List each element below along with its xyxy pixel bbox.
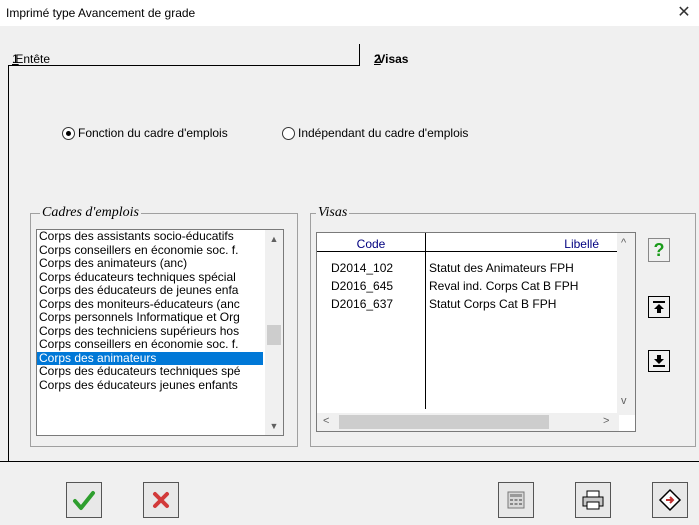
col-code-header[interactable]: Code [317,237,425,251]
tab-panel-border-left [8,44,9,462]
exit-button[interactable] [652,482,688,518]
list-item[interactable]: Corps conseillers en économie soc. f. [37,338,263,352]
list-item[interactable]: Corps des moniteurs-éducateurs (anc [37,298,263,312]
move-up-button[interactable] [648,296,670,318]
cell-code: D2016_637 [331,297,394,311]
list-item[interactable]: Corps personnels Informatique et Org [37,311,263,325]
title-bar: Imprimé type Avancement de grade ✕ [0,0,699,26]
tab-bar: 1 .Entête 2 .Visas [8,44,699,66]
tab-entete[interactable]: 1 .Entête [8,44,360,66]
list-item[interactable]: Corps conseillers en économie soc. f. [37,244,263,258]
grid-header: Code Libellé [317,233,633,252]
tab-visas-label: .Visas [374,52,409,66]
table-row[interactable]: D2014_102 Statut des Animateurs FPH [317,260,617,276]
table-row[interactable]: D2016_637 Statut Corps Cat B FPH [317,296,617,312]
calculator-icon [507,491,525,509]
list-item[interactable]: Corps des éducateurs jeunes enfants [37,379,263,393]
cell-code: D2016_645 [331,279,394,293]
separator [0,461,8,462]
tab-panel-border-bottom [8,461,699,462]
printer-icon [582,490,604,510]
col-libelle-header[interactable]: Libellé [429,237,599,251]
calculator-button[interactable] [498,482,534,518]
window-title: Imprimé type Avancement de grade [6,6,196,20]
radio-fonction[interactable]: Fonction du cadre d'emplois [62,126,228,140]
cell-libelle: Statut des Animateurs FPH [429,261,574,275]
scroll-up-icon[interactable]: ^ [621,237,626,249]
dialog-window: Imprimé type Avancement de grade ✕ 1 .Ent… [0,0,699,525]
list-item[interactable]: Corps des éducateurs techniques spé [37,365,263,379]
exit-icon [658,488,682,512]
scroll-right-icon[interactable]: > [603,415,609,427]
cadres-items: Corps des assistants socio-éducatifs Corp… [37,230,283,392]
cell-code: D2014_102 [331,261,394,275]
radio-fonction-circle[interactable] [62,126,75,140]
scroll-down-icon[interactable]: ▼ [265,419,283,433]
list-item[interactable]: Corps des animateurs (anc) [37,257,263,271]
x-icon [153,492,169,508]
move-down-button[interactable] [648,350,670,372]
list-item[interactable]: Corps des techniciens supérieurs hos [37,325,263,339]
checkmark-icon [73,491,95,510]
cell-libelle: Statut Corps Cat B FPH [429,297,557,311]
ok-button[interactable] [66,482,102,518]
up-arrow-icon [653,301,665,313]
radio-independant-circle[interactable] [282,126,295,140]
scroll-down-icon[interactable]: v [621,395,627,407]
hscroll-thumb[interactable] [339,415,549,429]
tab-visas[interactable]: 2 .Visas [362,44,699,66]
down-arrow-icon [653,355,665,367]
print-button[interactable] [575,482,611,518]
scroll-up-icon[interactable]: ▲ [265,232,283,246]
cancel-button[interactable] [143,482,179,518]
visas-grid[interactable]: Code Libellé D2014_102 Statut des Animat… [316,232,636,432]
list-item[interactable]: Corps des animateurs [37,351,263,365]
visas-label: Visas [316,205,350,221]
scroll-thumb[interactable] [267,325,281,345]
list-item[interactable]: Corps des assistants socio-éducatifs [37,230,263,244]
tab-entete-label: .Entête [12,52,51,66]
list-item[interactable]: Corps éducateurs techniques spécial [37,271,263,285]
scroll-left-icon[interactable]: < [323,415,329,427]
table-row[interactable]: D2016_645 Reval ind. Corps Cat B FPH [317,278,617,294]
grid-vscrollbar[interactable]: ^ v [617,233,635,415]
radio-fonction-label: Fonction du cadre d'emplois [78,126,228,140]
close-button[interactable]: ✕ [669,0,699,26]
list-item[interactable]: Corps des éducateurs de jeunes enfa [37,284,263,298]
cell-libelle: Reval ind. Corps Cat B FPH [429,279,579,293]
help-button[interactable]: ? [648,238,670,262]
radio-independant-label: Indépendant du cadre d'emplois [298,126,469,140]
cadres-scrollbar[interactable]: ▲ ▼ [265,230,283,435]
grid-hscrollbar[interactable]: < > [317,413,619,431]
radio-independant[interactable]: Indépendant du cadre d'emplois [282,126,468,140]
cadres-label: Cadres d'emplois [40,205,141,221]
cadres-listbox[interactable]: Corps des assistants socio-éducatifs Corp… [36,229,284,436]
